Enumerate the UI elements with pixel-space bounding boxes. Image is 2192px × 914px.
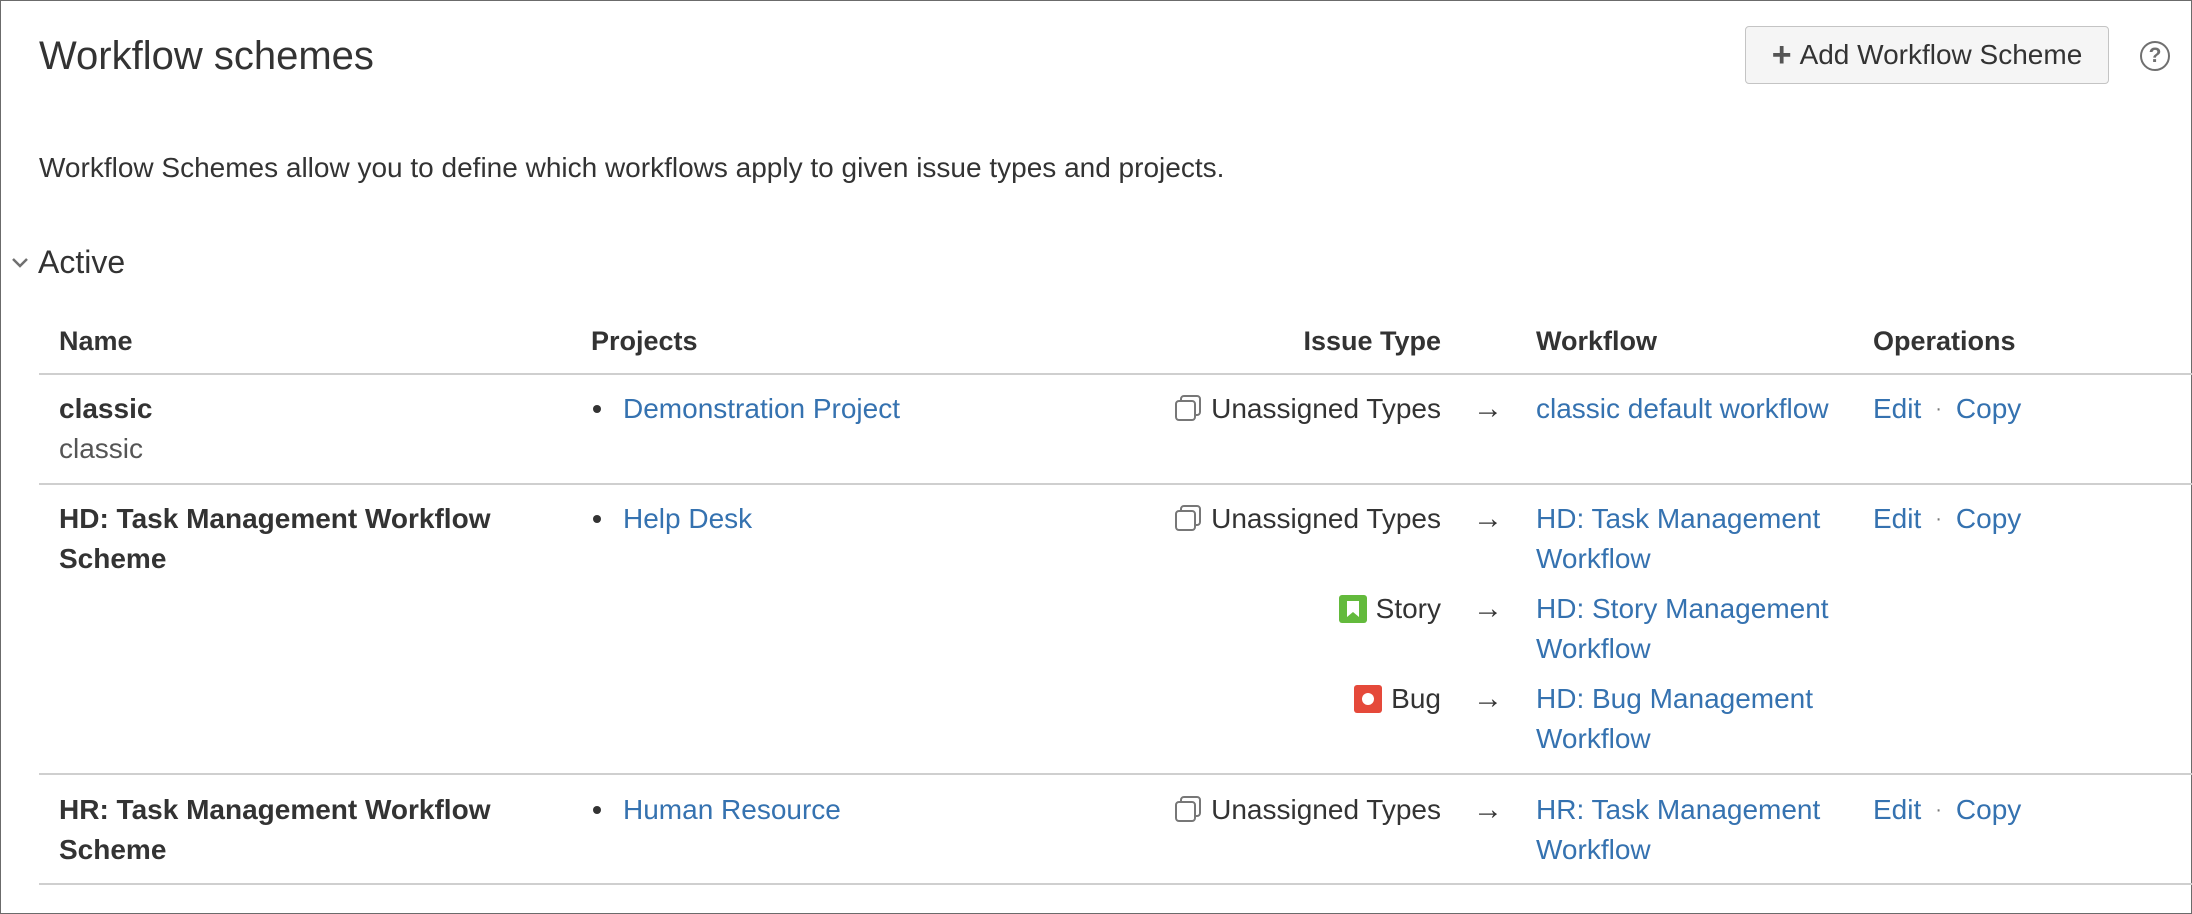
arrow: → [1473,592,1503,625]
story-icon [1338,595,1367,623]
page-frame [0,0,2192,914]
active-section-label: Active [38,244,126,280]
page-description: Workflow Schemes allow you to define whi… [39,152,1225,183]
ops-separator: · [1935,398,1942,420]
operations: Edit · Copy [1873,389,2021,429]
workflow-link-line-2[interactable]: Workflow [1536,539,1651,579]
plus-icon: + [1771,35,1792,74]
scheme-description: classic [59,433,144,464]
add-workflow-scheme-button[interactable]: + Add Workflow Scheme [1745,26,2109,84]
page-title: Workflow schemes [39,34,374,78]
edit-link[interactable]: Edit [1873,790,1921,830]
ops-separator: · [1935,508,1942,530]
scheme-name: classic [59,393,153,424]
arrow: → [1473,392,1503,425]
project-link[interactable]: Help Desk [623,499,752,539]
copy-link[interactable]: Copy [1956,389,2021,429]
operations: Edit · Copy [1873,499,2021,539]
arrow: → [1473,793,1503,826]
arrow: → [1473,502,1503,535]
column-header-operations: Operations [1873,326,2016,356]
bullet [593,515,601,523]
table-divider [39,883,2192,885]
copy-link[interactable]: Copy [1956,499,2021,539]
issue-type-label: Unassigned Types [1211,794,1441,825]
project-link[interactable]: Human Resource [623,790,841,830]
bullet [593,806,601,814]
workflow-link-line-2[interactable]: Workflow [1536,719,1651,759]
unassigned-types-icon [1175,395,1202,421]
issue-type-label: Unassigned Types [1211,503,1441,534]
column-header-workflow: Workflow [1536,326,1657,356]
bullet [593,405,601,413]
active-section-toggle[interactable]: Active [10,244,125,281]
table-divider [39,373,2192,375]
workflow-link-line-1[interactable]: HD: Story Management [1536,589,1829,629]
issue-type-label: Bug [1391,683,1441,714]
unassigned-types-icon [1175,505,1202,531]
column-header-issue-type: Issue Type [1303,326,1441,356]
arrow: → [1473,682,1503,715]
scheme-name-line-1: HR: Task Management Workflow [59,794,491,825]
issue-type-label: Unassigned Types [1211,393,1441,424]
edit-link[interactable]: Edit [1873,499,1921,539]
issue-type: Unassigned Types [1100,790,1441,830]
operations: Edit · Copy [1873,790,2021,830]
workflow-link-line-2[interactable]: Workflow [1536,629,1651,669]
workflow-link[interactable]: classic default workflow [1536,389,1829,429]
ops-separator: · [1935,799,1942,821]
issue-type: Bug [1100,679,1441,719]
copy-link[interactable]: Copy [1956,790,2021,830]
column-header-projects: Projects [591,326,698,356]
issue-type: Unassigned Types [1100,389,1441,429]
scheme-name-line-2: Scheme [59,543,167,574]
workflow-link-line-1[interactable]: HD: Task Management [1536,499,1820,539]
add-workflow-scheme-label: Add Workflow Scheme [1799,39,2083,70]
table-divider [39,773,2192,775]
project-link[interactable]: Demonstration Project [623,389,900,429]
help-icon[interactable]: ? [2140,41,2170,71]
chevron-down-icon [12,257,28,268]
scheme-name-line-2: Scheme [59,834,167,865]
issue-type-label: Story [1375,593,1441,624]
edit-link[interactable]: Edit [1873,389,1921,429]
issue-type: Unassigned Types [1100,499,1441,539]
workflow-link-line-1[interactable]: HD: Bug Management [1536,679,1813,719]
unassigned-types-icon [1175,796,1202,822]
table-divider [39,483,2192,485]
bug-icon [1354,685,1383,713]
issue-type: Story [1100,589,1441,629]
workflow-link-line-2[interactable]: Workflow [1536,830,1651,870]
column-header-name: Name [59,326,133,356]
workflow-link-line-1[interactable]: HR: Task Management [1536,790,1820,830]
scheme-name-line-1: HD: Task Management Workflow [59,503,491,534]
